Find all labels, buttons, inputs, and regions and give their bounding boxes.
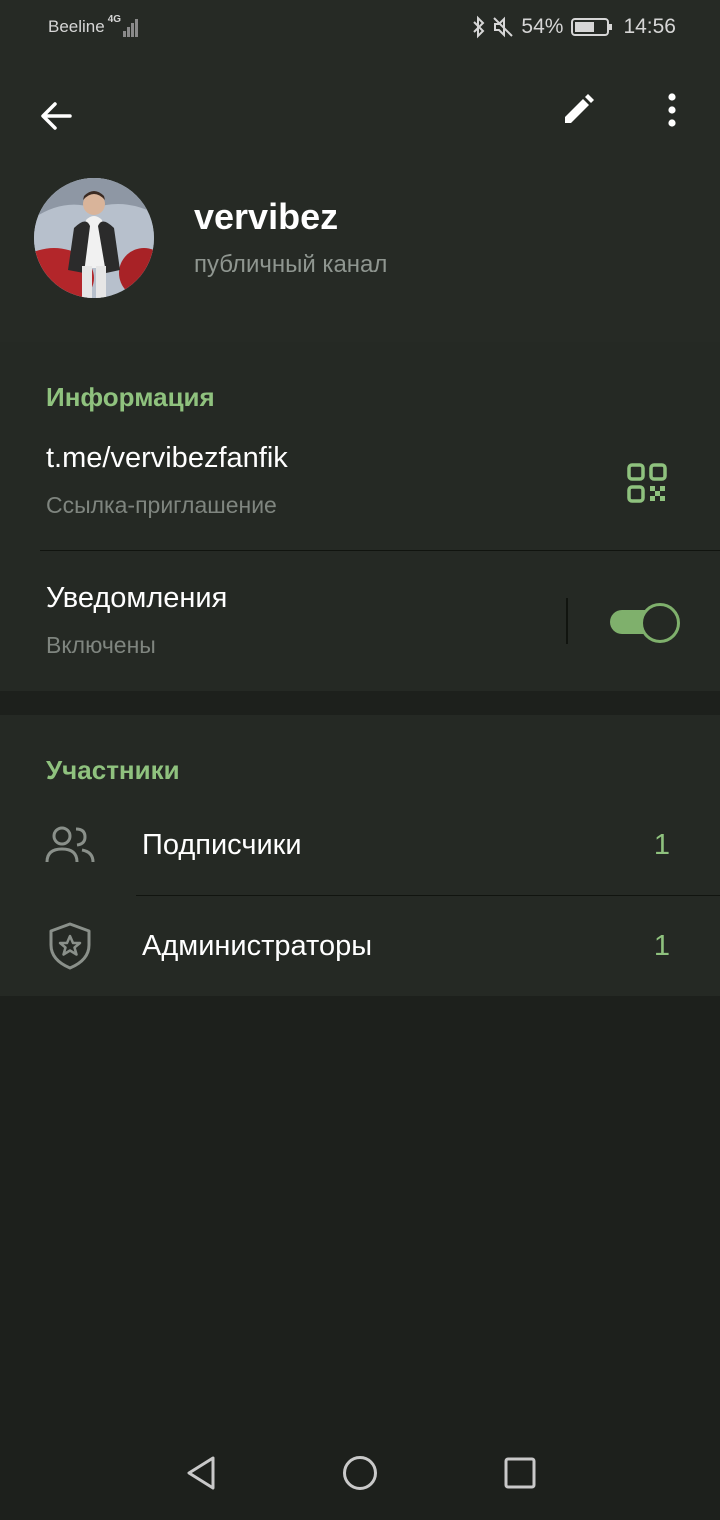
vertical-separator (566, 598, 568, 644)
back-triangle-icon (184, 1455, 218, 1496)
battery-icon (571, 17, 613, 37)
subscribers-count: 1 (653, 829, 670, 861)
status-bar: Beeline 4G 54% 14:56 (0, 0, 720, 56)
invite-link[interactable]: t.me/vervibezfanfik (46, 442, 288, 475)
edit-button[interactable] (552, 86, 604, 138)
administrators-label: Администраторы (142, 930, 373, 962)
status-left: Beeline 4G (48, 14, 139, 37)
channel-type: публичный канал (194, 251, 388, 278)
channel-header: vervibez публичный канал (0, 56, 720, 342)
clock: 14:56 (623, 15, 676, 38)
notifications-toggle[interactable] (610, 602, 680, 643)
administrators-count: 1 (653, 930, 670, 962)
signal-icon (123, 17, 139, 37)
info-section-title: Информация (46, 382, 215, 412)
channel-name: vervibez (194, 196, 339, 237)
qr-code-icon (627, 462, 667, 508)
more-vertical-icon (666, 92, 678, 132)
nav-recents-button[interactable] (495, 1450, 545, 1500)
carrier-label: Beeline (48, 17, 105, 36)
recents-square-icon (503, 1456, 537, 1495)
nav-back-button[interactable] (176, 1450, 226, 1500)
nav-home-button[interactable] (335, 1450, 385, 1500)
channel-avatar[interactable] (34, 178, 154, 298)
members-section-title: Участники (46, 755, 180, 785)
shield-star-icon (44, 920, 96, 972)
more-menu-button[interactable] (648, 86, 696, 138)
home-circle-icon (341, 1454, 379, 1497)
divider (40, 550, 720, 551)
notifications-status: Включены (46, 632, 156, 658)
system-nav-bar (0, 1430, 720, 1520)
info-section: Информация t.me/vervibezfanfik Ссылка-пр… (0, 342, 720, 691)
pencil-icon (561, 93, 595, 132)
back-arrow-icon (38, 98, 74, 139)
network-type-label: 4G (107, 14, 122, 25)
status-right: 54% 14:56 (471, 15, 676, 39)
battery-percent: 54% (521, 15, 564, 38)
bluetooth-icon (471, 15, 487, 39)
notifications-title: Уведомления (46, 582, 228, 614)
invite-link-label: Ссылка-приглашение (46, 492, 277, 518)
back-button[interactable] (30, 92, 82, 144)
qr-code-button[interactable] (622, 460, 672, 510)
subscribers-label: Подписчики (142, 829, 302, 861)
administrators-row[interactable]: Администраторы 1 (0, 896, 720, 996)
mute-icon (491, 15, 515, 39)
toggle-knob (640, 603, 680, 643)
members-section: Участники Подписчики 1 Администраторы 1 (0, 715, 720, 996)
people-icon (44, 819, 96, 871)
subscribers-row[interactable]: Подписчики 1 (0, 795, 720, 895)
